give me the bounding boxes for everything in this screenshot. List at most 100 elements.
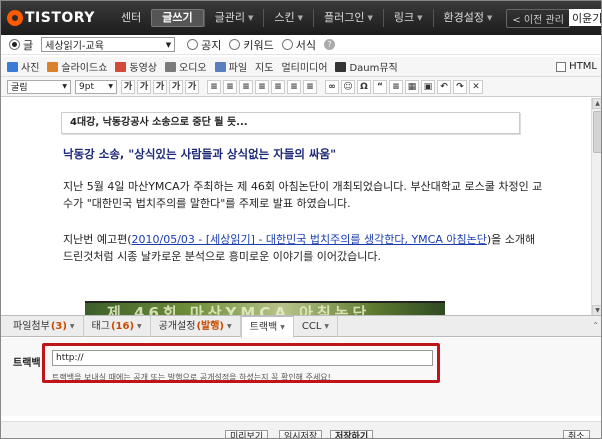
user-name[interactable]: 이윤기 — [569, 9, 601, 26]
format-button-11[interactable]: ≡ — [303, 79, 317, 94]
event-photo: 제 46회 마산YMCA 아침논단 — [85, 301, 445, 316]
html-mode-toggle[interactable]: HTML — [556, 61, 597, 72]
attach-label: 오디오 — [179, 63, 207, 74]
chevron-down-icon: ▼ — [227, 322, 232, 330]
save-draft-button[interactable]: 임시저장 — [279, 430, 323, 438]
attach-6-button[interactable]: 멀티미디어 — [281, 59, 327, 74]
format-button-16[interactable]: ≡ — [389, 79, 403, 94]
format-button-7[interactable]: ≡ — [239, 79, 253, 94]
font-size-select[interactable]: 9pt ▼ — [75, 79, 117, 94]
attach-2-button[interactable]: 동영상 — [115, 59, 157, 74]
nav-item-label: 글관리 — [214, 11, 245, 24]
format-buttons: 가 가 가 가 가 ≡ ≡ ≡ ≡ ≡ ≡ ≡ ∞ ☺ Ω “≡ ▦ ▣ ↶ ↷ ✕ — [121, 79, 485, 94]
tab-label: 파일첨부 — [13, 320, 50, 332]
post-type-radio[interactable]: 글 — [9, 37, 33, 53]
chevron-down-icon: ▼ — [137, 322, 142, 330]
format-button-2[interactable]: 가 — [153, 79, 167, 94]
attach-label: 슬라이드쇼 — [61, 63, 108, 74]
nav-item-4[interactable]: 플러그인 ▼ — [312, 9, 383, 27]
radio-icon — [281, 39, 293, 50]
format-button-4[interactable]: 가 — [185, 79, 199, 94]
attach-label: 지도 — [255, 63, 274, 74]
scroll-down-icon[interactable]: ▼ — [592, 305, 601, 315]
html-label: HTML — [569, 61, 597, 72]
category-value: 세상읽기-교육 — [45, 41, 104, 52]
attach-4-button[interactable]: 파일 — [214, 59, 247, 74]
format-button-12[interactable]: ∞ — [325, 79, 339, 94]
format-button-8[interactable]: ≡ — [255, 79, 269, 94]
font-family-value: 굴림 — [11, 83, 28, 93]
tab-2[interactable]: 공개설정 (발행) ▼ — [151, 315, 241, 337]
template-radio[interactable]: 서식 — [281, 37, 316, 53]
radio-icon — [9, 39, 20, 50]
tistory-logo[interactable]: TISTORY — [7, 10, 95, 26]
format-button-19[interactable]: ↶ — [437, 79, 451, 94]
notice-radio[interactable]: 공지 — [187, 37, 221, 53]
format-button-3[interactable]: 가 — [169, 79, 183, 94]
format-button-20[interactable]: ↷ — [453, 79, 467, 94]
nav-item-2[interactable]: 글관리 ▼ — [203, 9, 264, 27]
tab-count: (발행) — [196, 320, 224, 332]
attach-toolbar: 사진 슬라이드쇼 동영상 오디오 파일 지도 멀티미디어 Daum뮤직 HTML — [1, 57, 601, 77]
scrollbar-thumb[interactable] — [593, 111, 601, 153]
tab-3[interactable]: 트랙백 ▼ — [240, 315, 294, 338]
preview-button[interactable]: 미리보기 — [225, 430, 269, 438]
audio-icon — [165, 61, 177, 72]
format-button-21[interactable]: ✕ — [469, 79, 483, 94]
nav-item-3[interactable]: 스킨 ▼ — [263, 9, 313, 27]
chevron-down-icon: ▼ — [69, 322, 75, 330]
top-navigation-bar: TISTORY 센터 글쓰기 글관리 ▼ 스킨 ▼ 플러그인 ▼ 링크 ▼ 환경설정 ▼ < 이전 관… — [1, 1, 601, 35]
collapse-icon[interactable]: ⌃ — [592, 321, 599, 330]
photo-banner-text: 제 46회 마산YMCA 아침논단 — [107, 304, 371, 316]
font-family-select[interactable]: 굴림 ▼ — [7, 79, 71, 94]
editor-scrollbar[interactable]: ▲ ▼ — [591, 98, 601, 315]
related-post-link[interactable]: 2010/05/03 - [세상읽기] - 대한민국 법치주의를 생각한다, Y… — [132, 233, 487, 246]
old-admin-button[interactable]: < 이전 관리 — [506, 8, 570, 28]
help-icon[interactable]: ? — [324, 39, 335, 50]
attach-3-button[interactable]: 오디오 — [165, 59, 207, 74]
video-icon — [115, 61, 127, 72]
paragraph-1: 지난 5월 4일 마산YMCA가 주최하는 제 46회 아침논단이 개최되었습니… — [63, 180, 543, 210]
highlight-box — [42, 343, 440, 383]
format-button-14[interactable]: Ω — [357, 79, 371, 94]
attach-7-button[interactable]: Daum뮤직 — [335, 59, 398, 74]
tab-0[interactable]: 파일첨부 (3) ▼ — [5, 315, 84, 337]
editor-content-area[interactable]: 4대강, 낙동강공사 소송으로 중단 될 듯... 낙동강 소송, "상식있는 … — [1, 98, 601, 316]
trackback-panel: 트랙백 http:// 트랙백을 보내실 때에는 공개 또는 발행으로 공개설정… — [1, 338, 601, 416]
format-button-10[interactable]: ≡ — [287, 79, 301, 94]
attach-0-button[interactable]: 사진 — [7, 59, 39, 74]
nav-item-0[interactable]: 센터 — [111, 9, 151, 27]
chevron-down-icon: ▼ — [165, 40, 172, 49]
tab-4[interactable]: CCL ▼ — [294, 315, 339, 337]
nav-item-6[interactable]: 환경설정 ▼ — [432, 9, 503, 27]
attach-5-button[interactable]: 지도 — [255, 59, 273, 74]
format-button-18[interactable]: ▣ — [421, 79, 435, 94]
chevron-down-icon: ▼ — [297, 14, 303, 22]
attach-label: 동영상 — [129, 63, 158, 74]
publish-button[interactable]: 저장하기 — [330, 430, 374, 438]
format-button-17[interactable]: ▦ — [405, 79, 419, 94]
post-heading: 낙동강 소송, "상식있는 사람들과 상식없는 자들의 싸움" — [63, 147, 337, 161]
cancel-button[interactable]: 취소 — [563, 430, 590, 438]
nav-item-1[interactable]: 글쓰기 — [151, 9, 204, 27]
format-button-9[interactable]: ≡ — [271, 79, 285, 94]
tab-1[interactable]: 태그 (16) ▼ — [84, 315, 151, 337]
keyword-radio[interactable]: 키워드 — [229, 37, 274, 53]
chevron-down-icon: ▼ — [367, 14, 373, 22]
attach-1-button[interactable]: 슬라이드쇼 — [47, 59, 107, 74]
format-button-5[interactable]: ≡ — [207, 79, 221, 94]
format-button-15[interactable]: “ — [373, 79, 387, 94]
paragraph-2-prefix: 지난번 예고편( — [63, 233, 132, 246]
format-button-6[interactable]: ≡ — [223, 79, 237, 94]
scroll-up-icon[interactable]: ▲ — [592, 98, 601, 109]
quote-box-title: 4대강, 낙동강공사 소송으로 중단 될 듯... — [61, 112, 520, 134]
tistory-editor-window: TISTORY 센터 글쓰기 글관리 ▼ 스킨 ▼ 플러그인 ▼ 링크 ▼ 환경설정 ▼ < 이전 관… — [0, 0, 602, 439]
category-select[interactable]: 세상읽기-교육 ▼ — [41, 37, 176, 52]
paragraph-2: 지난번 예고편(2010/05/03 - [세상읽기] - 대한민국 법치주의를… — [63, 231, 543, 265]
format-button-13[interactable]: ☺ — [341, 79, 355, 94]
format-button-1[interactable]: 가 — [137, 79, 151, 94]
notice-label: 공지 — [201, 38, 222, 52]
format-button-0[interactable]: 가 — [121, 79, 135, 94]
nav-item-5[interactable]: 링크 ▼ — [382, 9, 433, 27]
tab-count: (16) — [110, 320, 135, 332]
